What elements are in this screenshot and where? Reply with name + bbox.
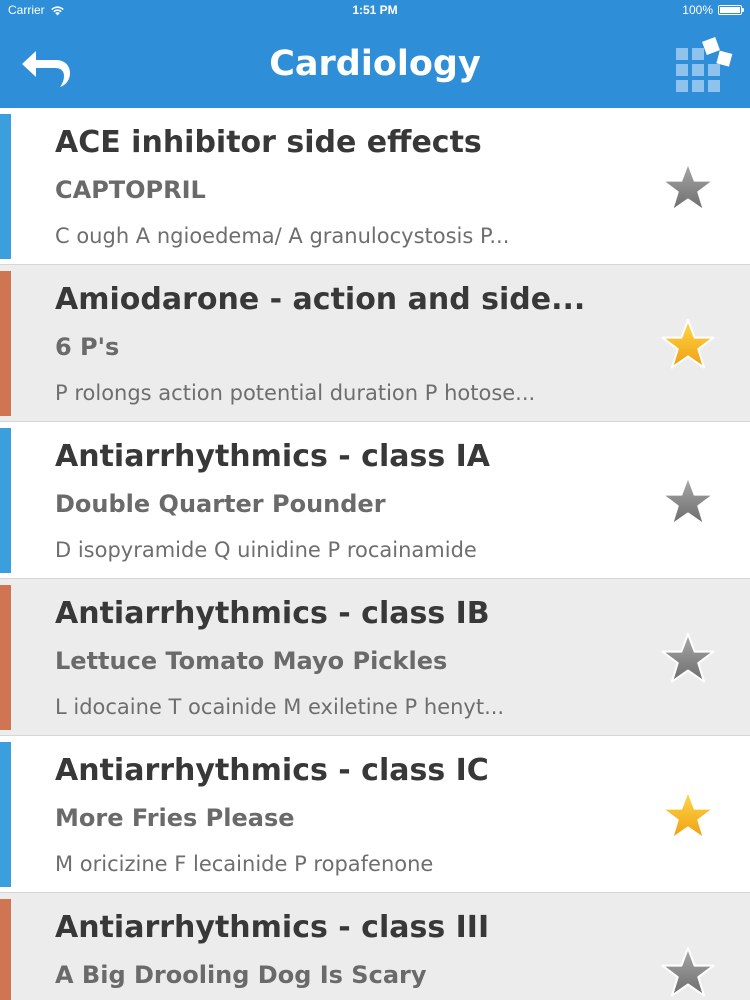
list-item[interactable]: Antiarrhythmics - class IC More Fries Pl… bbox=[0, 736, 750, 893]
item-detail: D isopyramide Q uinidine P rocainamide bbox=[55, 538, 477, 562]
list-item[interactable]: Amiodarone - action and side... 6 P's P … bbox=[0, 265, 750, 422]
category-accent-bar bbox=[0, 428, 11, 573]
item-mnemonic: CAPTOPRIL bbox=[55, 176, 206, 204]
favorite-star-icon[interactable] bbox=[660, 318, 716, 372]
item-mnemonic: A Big Drooling Dog Is Scary bbox=[55, 961, 427, 989]
item-detail: L idocaine T ocainide M exiletine P heny… bbox=[55, 695, 505, 719]
favorite-star-icon[interactable] bbox=[660, 475, 716, 529]
category-accent-bar bbox=[0, 585, 11, 730]
category-accent-bar bbox=[0, 742, 11, 887]
item-title: Amiodarone - action and side... bbox=[55, 282, 586, 317]
battery-icon bbox=[718, 5, 744, 15]
item-detail: M oricizine F lecainide P ropafenone bbox=[55, 852, 434, 876]
grid-menu-icon[interactable] bbox=[674, 34, 734, 96]
favorite-star-icon[interactable] bbox=[660, 789, 716, 843]
page-title: Cardiology bbox=[269, 44, 481, 84]
item-title: Antiarrhythmics - class IC bbox=[55, 753, 489, 788]
favorite-star-icon[interactable] bbox=[660, 161, 716, 215]
battery-percent: 100% bbox=[682, 3, 713, 17]
list-item[interactable]: Antiarrhythmics - class IB Lettuce Tomat… bbox=[0, 579, 750, 736]
item-title: Antiarrhythmics - class IB bbox=[55, 596, 490, 631]
item-title: Antiarrhythmics - class IA bbox=[55, 439, 491, 474]
item-detail: P rolongs action potential duration P ho… bbox=[55, 381, 536, 405]
item-title: Antiarrhythmics - class III bbox=[55, 910, 490, 945]
category-accent-bar bbox=[0, 114, 11, 259]
navigation-bar: Cardiology bbox=[0, 20, 750, 108]
list-item[interactable]: Antiarrhythmics - class III A Big Drooli… bbox=[0, 893, 750, 1000]
list-item[interactable]: ACE inhibitor side effects CAPTOPRIL C o… bbox=[0, 108, 750, 265]
category-accent-bar bbox=[0, 271, 11, 416]
favorite-star-icon[interactable] bbox=[660, 946, 716, 1000]
item-detail: C ough A ngioedema/ A granulocystosis P.… bbox=[55, 224, 510, 248]
list-item[interactable]: Antiarrhythmics - class IA Double Quarte… bbox=[0, 422, 750, 579]
battery-indicator: 100% bbox=[682, 3, 744, 17]
item-mnemonic: Lettuce Tomato Mayo Pickles bbox=[55, 647, 448, 675]
battery-fill bbox=[720, 7, 740, 13]
status-time: 1:51 PM bbox=[352, 3, 398, 17]
favorite-star-icon[interactable] bbox=[660, 632, 716, 686]
status-bar: Carrier 1:51 PM 100% bbox=[0, 0, 750, 20]
item-title: ACE inhibitor side effects bbox=[55, 125, 482, 160]
item-mnemonic: More Fries Please bbox=[55, 804, 295, 832]
category-accent-bar bbox=[0, 899, 11, 1000]
mnemonic-list: ACE inhibitor side effects CAPTOPRIL C o… bbox=[0, 108, 750, 1000]
item-mnemonic: Double Quarter Pounder bbox=[55, 490, 386, 518]
item-mnemonic: 6 P's bbox=[55, 333, 120, 361]
